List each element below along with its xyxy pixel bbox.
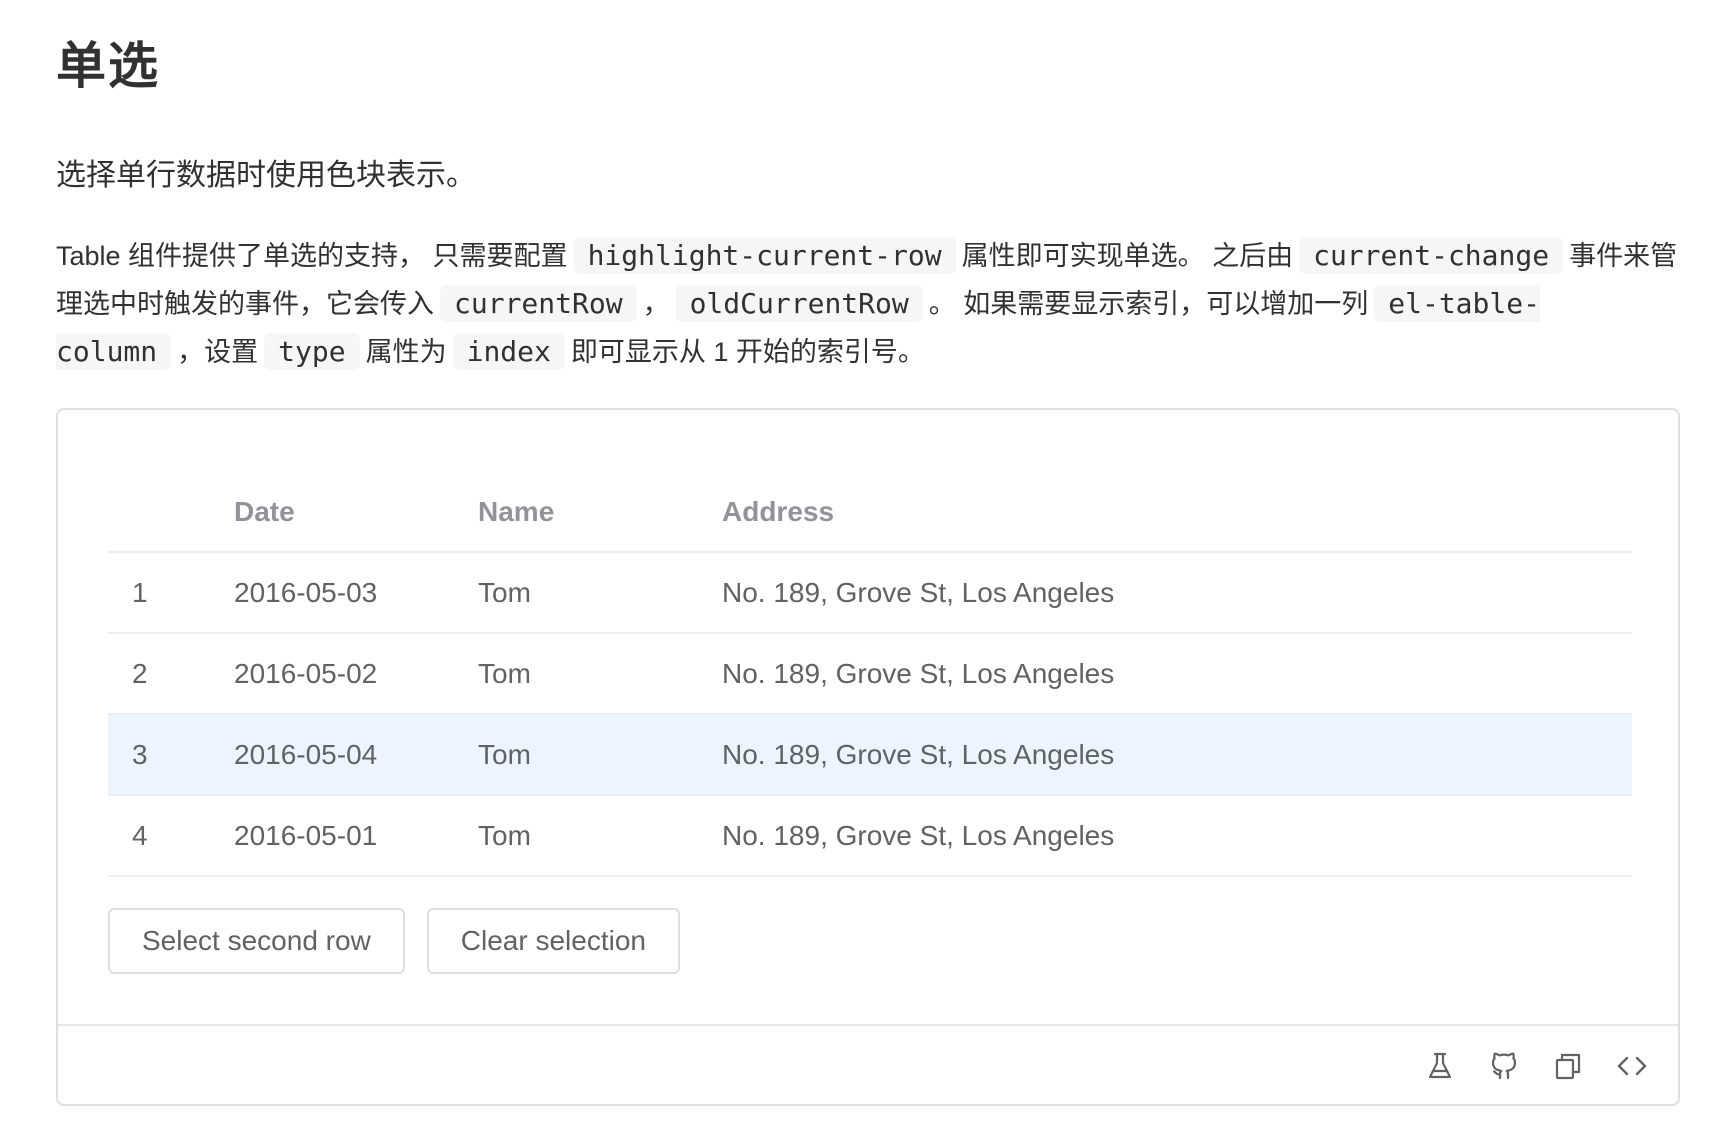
column-header-address: Address bbox=[722, 472, 1632, 553]
row-name: Tom bbox=[478, 633, 722, 715]
row-name: Tom bbox=[478, 795, 722, 877]
row-address: No. 189, Grove St, Los Angeles bbox=[722, 552, 1632, 634]
page: 单选 选择单行数据时使用色块表示。 Table 组件提供了单选的支持， 只需要配… bbox=[56, 0, 1680, 1126]
column-header-index bbox=[108, 472, 234, 553]
desc-text: 属性即可实现单选。 之后由 bbox=[961, 241, 1294, 271]
table-row[interactable]: 2 2016-05-02 Tom No. 189, Grove St, Los … bbox=[108, 633, 1632, 715]
row-date: 2016-05-04 bbox=[234, 714, 478, 796]
table-row[interactable]: 3 2016-05-04 Tom No. 189, Grove St, Los … bbox=[108, 714, 1632, 796]
row-date: 2016-05-03 bbox=[234, 552, 478, 634]
table-row[interactable]: 1 2016-05-03 Tom No. 189, Grove St, Los … bbox=[108, 552, 1632, 634]
page-title: 单选 bbox=[56, 38, 160, 94]
row-address: No. 189, Grove St, Los Angeles bbox=[722, 633, 1632, 715]
row-date: 2016-05-02 bbox=[234, 633, 478, 715]
row-address: No. 189, Grove St, Los Angeles bbox=[722, 714, 1632, 796]
code-index: index bbox=[452, 333, 565, 370]
clear-selection-button[interactable]: Clear selection bbox=[426, 908, 680, 974]
row-index: 4 bbox=[108, 795, 234, 877]
demo-footer bbox=[58, 1024, 1678, 1106]
button-row: Select second row Clear selection bbox=[108, 908, 702, 974]
lead-text: 选择单行数据时使用色块表示。 bbox=[56, 159, 476, 192]
row-date: 2016-05-01 bbox=[234, 795, 478, 877]
table-row[interactable]: 4 2016-05-01 Tom No. 189, Grove St, Los … bbox=[108, 795, 1632, 877]
demo-content: Date Name Address 1 2016-05-03 Tom No. 1… bbox=[108, 410, 1632, 1024]
github-icon[interactable] bbox=[1488, 1050, 1520, 1082]
row-index: 2 bbox=[108, 633, 234, 715]
column-header-date: Date bbox=[234, 472, 478, 553]
desc-text: ， bbox=[642, 289, 670, 319]
code-current-change: current-change bbox=[1299, 237, 1564, 274]
code-current-row: currentRow bbox=[440, 285, 637, 322]
row-address: No. 189, Grove St, Los Angeles bbox=[722, 795, 1632, 877]
table-header-row: Date Name Address bbox=[108, 472, 1632, 553]
data-table: Date Name Address 1 2016-05-03 Tom No. 1… bbox=[108, 472, 1632, 877]
row-name: Tom bbox=[478, 714, 722, 796]
desc-text: 即可显示从 1 开始的索引号。 bbox=[570, 337, 925, 367]
row-index: 1 bbox=[108, 552, 234, 634]
select-second-row-button[interactable]: Select second row bbox=[108, 908, 405, 974]
row-name: Tom bbox=[478, 552, 722, 634]
demo-block: Date Name Address 1 2016-05-03 Tom No. 1… bbox=[56, 408, 1680, 1106]
desc-text: 。 如果需要显示索引，可以增加一列 bbox=[928, 289, 1369, 319]
desc-text: 属性为 bbox=[365, 337, 447, 367]
description: Table 组件提供了单选的支持， 只需要配置 highlight-current… bbox=[56, 232, 1680, 376]
code-type: type bbox=[264, 333, 360, 370]
row-index: 3 bbox=[108, 714, 234, 796]
copy-icon[interactable] bbox=[1552, 1050, 1584, 1082]
op-icons bbox=[1424, 1050, 1648, 1082]
flask-icon[interactable] bbox=[1424, 1050, 1456, 1082]
code-old-current-row: oldCurrentRow bbox=[675, 285, 923, 322]
desc-text: Table 组件提供了单选的支持， 只需要配置 bbox=[56, 241, 568, 271]
column-header-name: Name bbox=[478, 472, 722, 553]
desc-text: ，设置 bbox=[177, 337, 259, 367]
code-icon[interactable] bbox=[1616, 1050, 1648, 1082]
code-highlight-current-row: highlight-current-row bbox=[573, 237, 956, 274]
